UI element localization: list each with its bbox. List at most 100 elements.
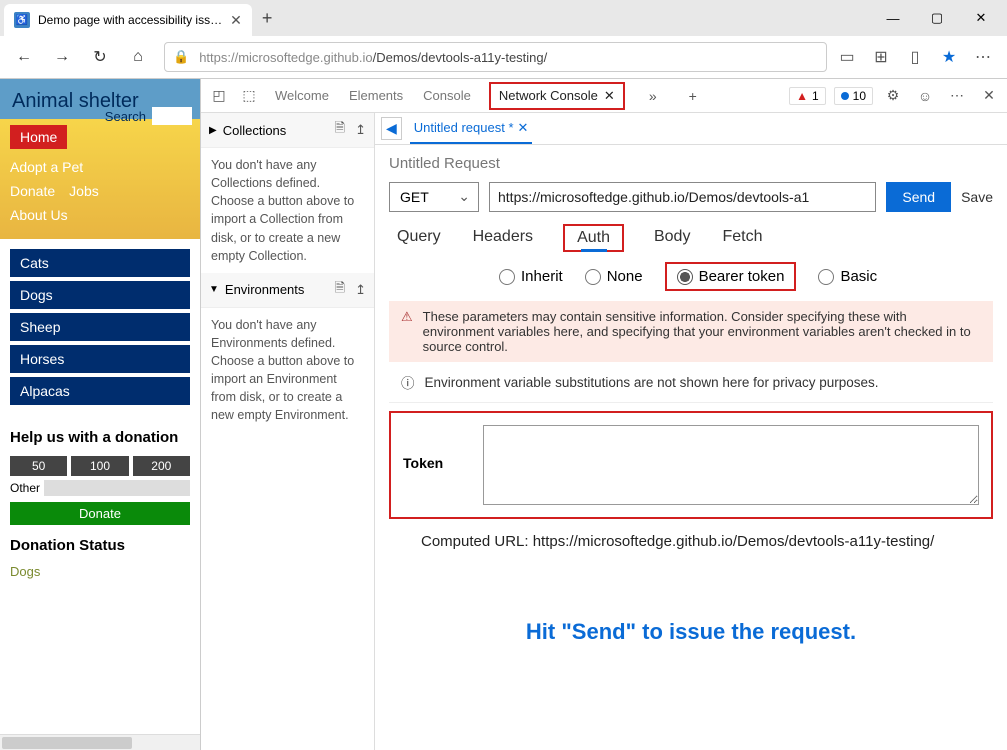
auth-basic[interactable]: Basic (818, 268, 877, 285)
devtools-toolbar: ◰ ⬚ Welcome Elements Console Network Con… (201, 79, 1007, 113)
more-icon[interactable]: ⋯ (971, 45, 995, 69)
file-icon[interactable]: 🗎 (335, 279, 345, 301)
settings-icon[interactable]: ⚙ (881, 84, 905, 108)
subtab-fetch[interactable]: Fetch (720, 224, 764, 252)
collections-header[interactable]: ▶ Collections 🗎 ↥ (201, 113, 374, 148)
close-tab-icon[interactable]: ✕ (604, 88, 615, 104)
category-item[interactable]: Cats (10, 249, 190, 277)
method-select[interactable]: GET (389, 182, 479, 212)
token-section: Token (389, 411, 993, 519)
info-badge[interactable]: 10 (834, 87, 873, 105)
auth-inherit[interactable]: Inherit (499, 268, 563, 285)
nav-jobs[interactable]: Jobs (69, 179, 99, 203)
help-title: Help us with a donation (10, 429, 190, 446)
nav-donate[interactable]: Donate (10, 179, 55, 203)
request-url-input[interactable] (489, 182, 876, 212)
nav-home[interactable]: Home (10, 125, 67, 149)
collections-text: You don't have any Collections defined. … (201, 148, 374, 273)
donation-amount[interactable]: 100 (71, 456, 128, 476)
reader-icon[interactable]: ▯ (903, 45, 927, 69)
home-button[interactable]: ⌂ (120, 39, 156, 75)
reload-button[interactable]: ↻ (82, 39, 118, 75)
subtab-auth[interactable]: Auth (563, 224, 624, 252)
horizontal-scrollbar[interactable] (0, 734, 200, 750)
tab-welcome[interactable]: Welcome (273, 82, 331, 109)
warning-icon: ⚠ (401, 309, 413, 325)
donation-amount[interactable]: 200 (133, 456, 190, 476)
search-input[interactable] (152, 107, 192, 125)
feedback-icon[interactable]: ☺ (913, 84, 937, 108)
url-input[interactable]: 🔒 https://microsoftedge.github.io/Demos/… (164, 42, 827, 72)
url-path: /Demos/devtools-a11y-testing/ (373, 50, 548, 65)
network-console-main: ◀ Untitled request * ✕ Untitled Request … (375, 113, 1007, 750)
new-tab-button[interactable]: + (252, 8, 283, 29)
favorite-icon[interactable]: ★ (937, 45, 961, 69)
category-item[interactable]: Dogs (10, 281, 190, 309)
subtab-query[interactable]: Query (395, 224, 443, 252)
inspect-icon[interactable]: ◰ (207, 84, 231, 108)
send-hint: Hit "Send" to issue the request. (389, 619, 993, 645)
import-icon[interactable]: ↥ (355, 122, 366, 138)
site-nav: Home Adopt a Pet Donate Jobs About Us (0, 119, 200, 239)
import-icon[interactable]: ↥ (355, 282, 366, 298)
request-subtabs: Query Headers Auth Body Fetch (389, 224, 993, 252)
tab-elements[interactable]: Elements (347, 82, 405, 109)
help-section: Help us with a donation 50 100 200 Other… (0, 419, 200, 593)
device-icon[interactable]: ⬚ (237, 84, 261, 108)
more-tabs-icon[interactable]: » (641, 84, 665, 108)
other-input[interactable] (44, 480, 190, 496)
minimize-button[interactable]: — (871, 2, 915, 34)
maximize-button[interactable]: ▢ (915, 2, 959, 34)
category-item[interactable]: Horses (10, 345, 190, 373)
chevron-right-icon: ▶ (209, 125, 217, 136)
auth-bearer[interactable]: Bearer token (665, 262, 797, 291)
donate-button[interactable]: Donate (10, 502, 190, 525)
category-item[interactable]: Alpacas (10, 377, 190, 405)
token-label: Token (403, 425, 463, 505)
browser-tab-bar: ♿ Demo page with accessibility iss… ✕ + … (0, 0, 1007, 36)
address-bar: ← → ↻ ⌂ 🔒 https://microsoftedge.github.i… (0, 36, 1007, 78)
close-devtools-icon[interactable]: ✕ (977, 84, 1001, 108)
qr-icon[interactable]: ⊞ (869, 45, 893, 69)
tab-network-console[interactable]: Network Console ✕ (489, 82, 625, 110)
search-label: Search (105, 109, 146, 124)
status-item: Dogs (10, 560, 190, 583)
kebab-icon[interactable]: ⋯ (945, 84, 969, 108)
back-button[interactable]: ← (6, 39, 42, 75)
file-icon[interactable]: 🗎 (335, 119, 345, 141)
screen-icon[interactable]: ▭ (835, 45, 859, 69)
tab-close-icon[interactable]: ✕ (222, 12, 242, 29)
send-button[interactable]: Send (886, 182, 951, 212)
browser-tab[interactable]: ♿ Demo page with accessibility iss… ✕ (4, 4, 252, 36)
subtab-body[interactable]: Body (652, 224, 692, 252)
lock-icon: 🔒 (173, 49, 189, 65)
tab-console[interactable]: Console (421, 82, 473, 109)
nav-adopt[interactable]: Adopt a Pet (10, 155, 190, 179)
request-tab[interactable]: Untitled request * ✕ (410, 114, 533, 144)
site-panel: Animal shelter Search Home Adopt a Pet D… (0, 79, 200, 750)
add-tab-icon[interactable]: + (681, 84, 705, 108)
info-banner: ⓘ Environment variable substitutions are… (389, 362, 993, 403)
info-icon: ⓘ (401, 372, 415, 392)
url-host: https://microsoftedge.github.io (199, 50, 372, 65)
forward-button[interactable]: → (44, 39, 80, 75)
back-arrow-icon[interactable]: ◀ (381, 117, 402, 140)
tab-title: Demo page with accessibility iss… (38, 13, 222, 27)
error-badge[interactable]: ▲1 (789, 87, 826, 105)
environments-header[interactable]: ▼ Environments 🗎 ↥ (201, 273, 374, 308)
token-textarea[interactable] (483, 425, 979, 505)
site-header: Animal shelter Search (0, 79, 200, 119)
devtools-panel: ◰ ⬚ Welcome Elements Console Network Con… (200, 79, 1007, 750)
collections-sidebar: ▶ Collections 🗎 ↥ You don't have any Col… (201, 113, 375, 750)
save-button[interactable]: Save (961, 189, 993, 205)
close-window-button[interactable]: ✕ (959, 2, 1003, 34)
close-icon[interactable]: ✕ (518, 120, 529, 136)
category-item[interactable]: Sheep (10, 313, 190, 341)
donation-amount[interactable]: 50 (10, 456, 67, 476)
auth-none[interactable]: None (585, 268, 643, 285)
computed-url: Computed URL: https://microsoftedge.gith… (389, 519, 993, 564)
environments-text: You don't have any Environments defined.… (201, 308, 374, 433)
auth-options: Inherit None Bearer token Basic (389, 262, 993, 291)
subtab-headers[interactable]: Headers (471, 224, 535, 252)
nav-about[interactable]: About Us (10, 203, 190, 227)
